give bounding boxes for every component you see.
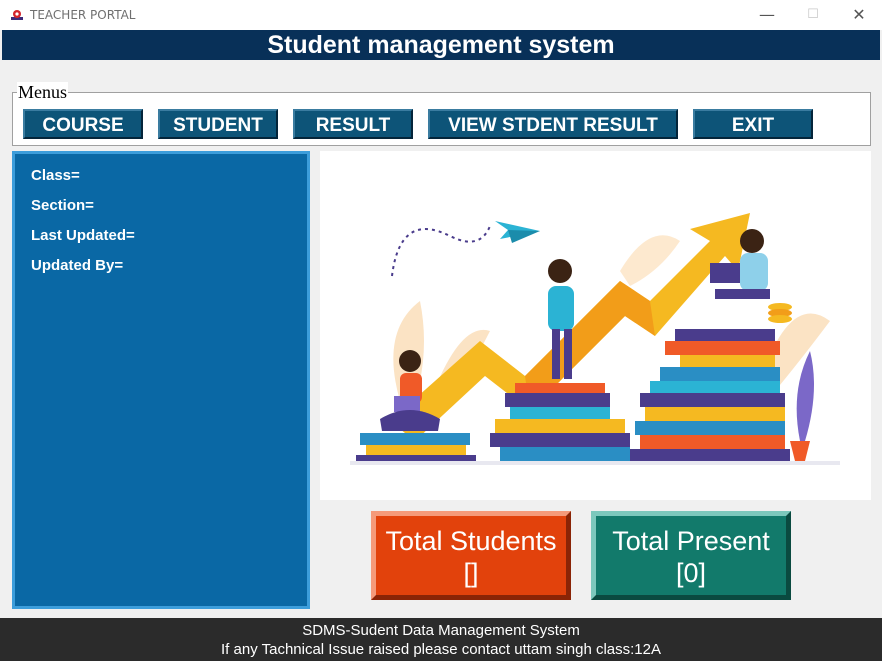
total-present-label: Total Present xyxy=(612,526,770,556)
exit-button[interactable]: EXIT xyxy=(693,109,813,139)
total-present-card[interactable]: Total Present [0] xyxy=(591,511,791,600)
menus-legend: Menus xyxy=(17,82,68,103)
result-button[interactable]: RESULT xyxy=(293,109,413,139)
window-title: TEACHER PORTAL xyxy=(30,8,136,22)
course-button[interactable]: COURSE xyxy=(23,109,143,139)
total-students-value: [] xyxy=(463,558,479,588)
total-students-label: Total Students xyxy=(385,526,557,556)
total-students-card[interactable]: Total Students [] xyxy=(371,511,571,600)
updated-by-label: Updated By= xyxy=(31,257,124,274)
class-label: Class= xyxy=(31,167,80,184)
total-present-value: [0] xyxy=(675,558,707,588)
view-student-result-button[interactable]: VIEW STDENT RESULT xyxy=(428,109,678,139)
close-button[interactable]: ✕ xyxy=(836,0,882,30)
maximize-button[interactable]: ☐ xyxy=(790,0,836,30)
last-updated-label: Last Updated= xyxy=(31,227,135,244)
student-button[interactable]: STUDENT xyxy=(158,109,278,139)
footer-system-name: SDMS-Sudent Data Management System xyxy=(302,622,580,639)
app-logo-icon xyxy=(11,10,23,20)
students-growth-illustration xyxy=(320,151,871,500)
window-titlebar: TEACHER PORTAL — ☐ ✕ xyxy=(0,0,882,30)
section-label: Section= xyxy=(31,197,94,214)
class-info-panel: Class= Section= Last Updated= Updated By… xyxy=(12,151,310,609)
minimize-button[interactable]: — xyxy=(744,0,790,30)
app-header-title: Student management system xyxy=(2,30,880,60)
footer-contact-note: If any Tachnical Issue raised please con… xyxy=(221,641,661,658)
footer-bar: SDMS-Sudent Data Management System If an… xyxy=(0,618,882,661)
